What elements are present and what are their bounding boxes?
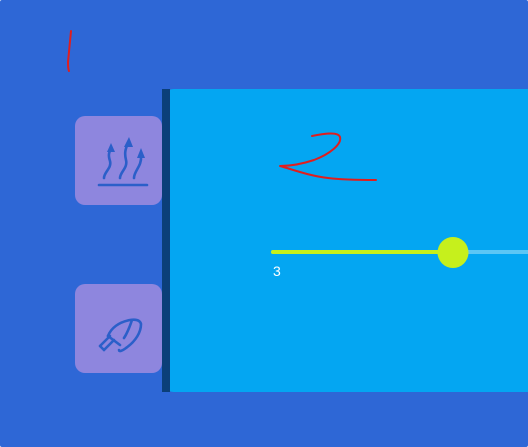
upward-arrows-icon [97,136,148,186]
panel-divider [162,89,170,392]
level-slider[interactable] [271,236,528,268]
annotation-1: 1 [66,30,72,72]
slider-thumb[interactable] [437,237,469,268]
nozzle-mode-button[interactable] [75,284,162,373]
app-screen: 1 2 3 [0,0,528,447]
spray-nozzle-icon [98,317,142,352]
slider-fill [271,250,453,254]
slider-value-label: 3 [273,263,281,279]
airflow-mode-button[interactable] [75,116,162,205]
